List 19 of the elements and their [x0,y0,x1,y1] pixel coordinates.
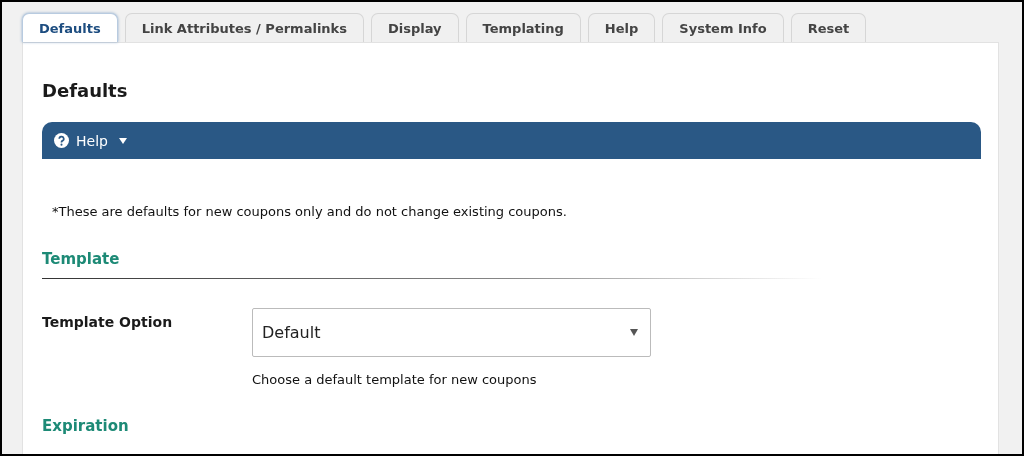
section-heading: Template [42,249,121,269]
tab[interactable]: Templating [465,13,581,42]
tab[interactable]: Display [371,13,459,42]
note-text: *These are defaults for new coupons only and do not change existing coupons. [52,204,568,220]
tab[interactable]: System Info [662,13,784,42]
tab[interactable]: Defaults [22,13,118,42]
help-label[interactable]: Help [76,132,108,149]
tab[interactable]: Help [587,13,656,42]
tab[interactable]: Link Attributes / Permalinks [124,13,364,42]
caret-icon [118,137,127,144]
template-dropdown[interactable]: Default [252,308,651,357]
help-bar[interactable]: Help [42,122,981,159]
tab[interactable]: Reset [790,13,867,42]
hint-text: Choose a default template for new coupons [252,372,538,387]
field-label: Template Option [42,314,174,332]
dropdown-arrow-icon [630,329,638,336]
help-icon [54,133,69,148]
page-title: Defaults [42,80,129,102]
section-heading: Expiration [42,416,130,436]
